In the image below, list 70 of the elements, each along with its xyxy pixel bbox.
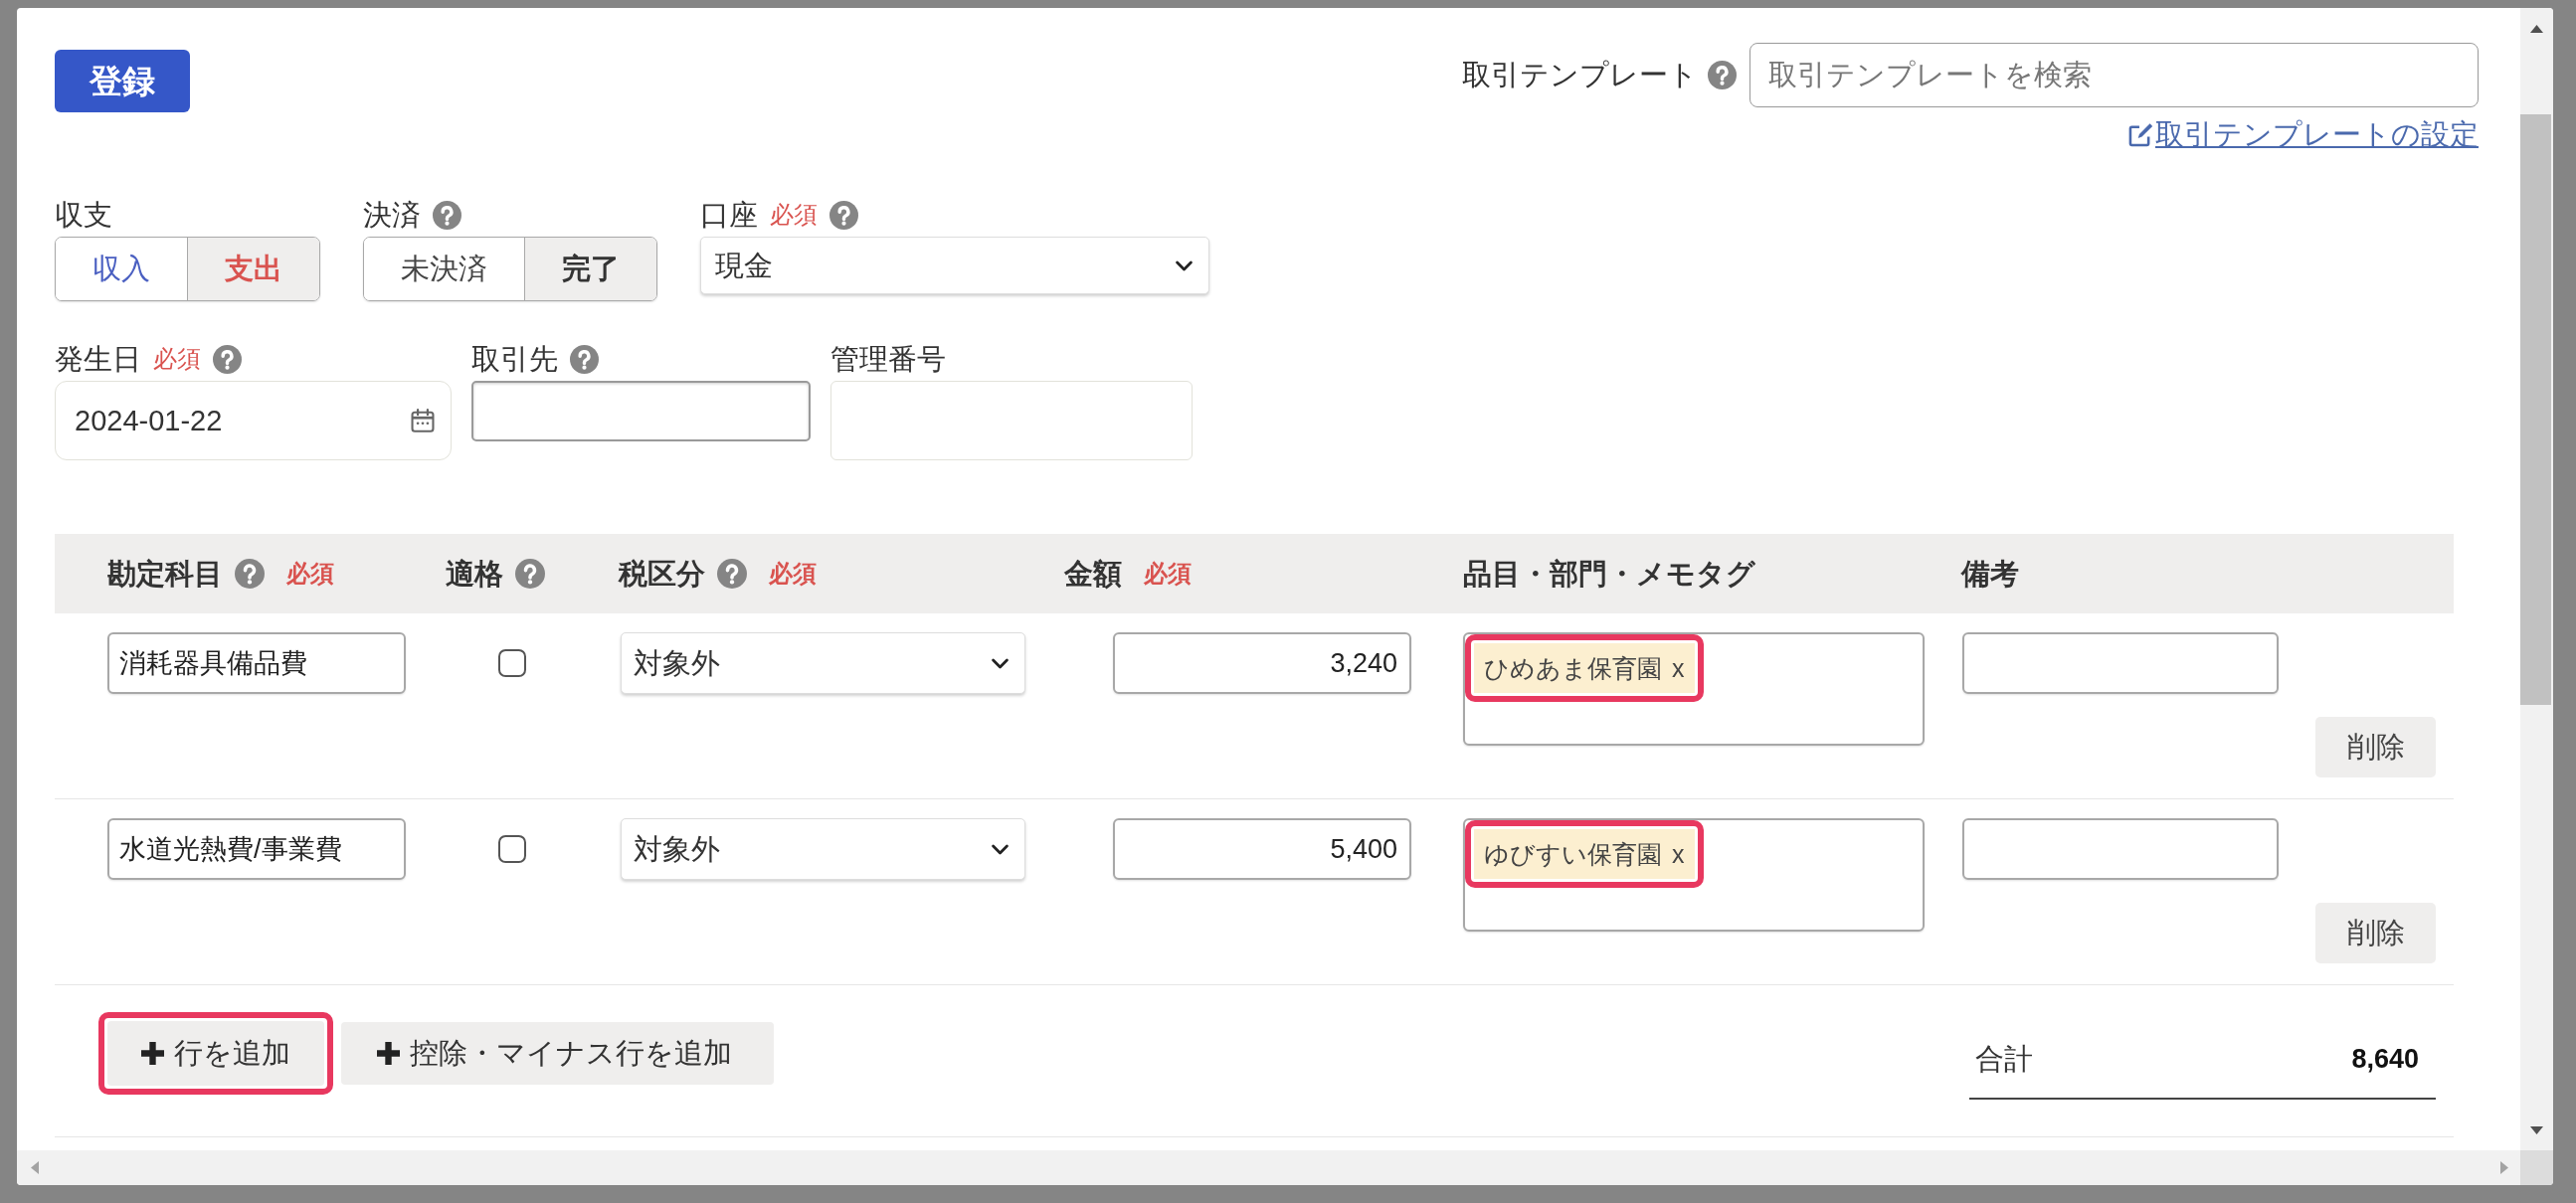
tag-remove-button[interactable]: x (1672, 653, 1685, 683)
field-label: 決済 (363, 197, 421, 233)
scroll-down-icon[interactable] (2530, 1126, 2543, 1134)
field-label: 取引先 (471, 341, 558, 377)
tag-remove-button[interactable]: x (1672, 839, 1685, 869)
column-header: 税区分 (619, 556, 705, 592)
required-label: 必須 (769, 559, 817, 589)
tag-label: ゆびすい保育園 (1484, 839, 1662, 869)
help-icon[interactable] (717, 559, 747, 589)
required-label: 必須 (286, 559, 334, 589)
account-field[interactable]: 水道光熱費/事業費 (107, 818, 406, 880)
calendar-icon[interactable] (411, 409, 435, 432)
amount-field[interactable]: 5,400 (1113, 818, 1411, 880)
tax-select[interactable]: 対象外 (621, 632, 1025, 694)
register-button[interactable]: 登録 (55, 50, 190, 112)
management-number-field[interactable] (830, 381, 1193, 460)
plus-icon (377, 1042, 400, 1065)
tag-input-field[interactable]: ひめあま保育園 x (1463, 632, 1925, 746)
account-select[interactable]: 現金 (700, 237, 1209, 294)
tax-select[interactable]: 対象外 (621, 818, 1025, 880)
search-field[interactable]: 取引テンプレートを検索 (1749, 43, 2479, 107)
chevron-down-icon (992, 657, 1009, 669)
add-row-button[interactable]: 行を追加 (107, 1021, 324, 1086)
required-label: 必須 (770, 200, 818, 230)
segment-button[interactable]: 完了 (524, 238, 656, 300)
remarks-field[interactable] (1962, 632, 2279, 694)
edit-icon (2128, 121, 2153, 147)
amount-field[interactable]: 3,240 (1113, 632, 1411, 694)
scrollbar-thumb[interactable] (2520, 114, 2551, 705)
field-label: 収支 (55, 197, 112, 233)
plus-icon (141, 1042, 164, 1065)
total-value: 8,640 (2351, 1042, 2419, 1076)
total-label: 合計 (1975, 1041, 2033, 1077)
help-icon[interactable] (570, 344, 599, 374)
required-label: 必須 (153, 344, 201, 374)
account-field[interactable]: 消耗器具備品費 (107, 632, 406, 694)
delete-button[interactable]: 削除 (2315, 717, 2436, 777)
tag-input-field[interactable]: ゆびすい保育園 x (1463, 818, 1925, 932)
qualified-checkbox[interactable] (498, 649, 526, 677)
segment-button[interactable]: 未決済 (364, 238, 524, 300)
required-label: 必須 (1144, 559, 1192, 589)
add-row-button[interactable]: 控除・マイナス行を追加 (341, 1022, 774, 1085)
partner-field[interactable] (471, 381, 811, 441)
segment-button[interactable]: 収入 (56, 238, 187, 300)
tag-label: ひめあま保育園 (1484, 653, 1662, 683)
column-header: 品目・部門・メモタグ (1463, 556, 1755, 592)
field-label: 口座 (700, 197, 758, 233)
help-icon[interactable] (829, 200, 858, 230)
scroll-up-icon[interactable] (2530, 25, 2543, 33)
column-header: 勘定科目 (107, 556, 223, 592)
date-field[interactable]: 2024-01-22 (55, 381, 452, 460)
chevron-down-icon (992, 843, 1009, 855)
column-header: 金額 (1064, 556, 1122, 592)
scrollbar-corner (2520, 1150, 2553, 1185)
remarks-field[interactable] (1962, 818, 2279, 880)
field-label: 管理番号 (830, 341, 946, 377)
qualified-checkbox[interactable] (498, 835, 526, 863)
help-icon[interactable] (515, 559, 545, 589)
field-label: 取引テンプレート (1462, 58, 1698, 92)
scroll-left-icon[interactable] (31, 1161, 39, 1174)
help-icon[interactable] (213, 344, 242, 374)
field-label: 発生日 (55, 341, 141, 377)
help-icon[interactable] (433, 200, 461, 230)
help-icon[interactable] (1708, 61, 1737, 89)
column-header: 備考 (1961, 556, 2019, 592)
column-header: 適格 (446, 556, 503, 592)
delete-button[interactable]: 削除 (2315, 903, 2436, 963)
scroll-right-icon[interactable] (2500, 1161, 2508, 1174)
help-icon[interactable] (235, 559, 265, 589)
chevron-down-icon (1176, 259, 1193, 271)
